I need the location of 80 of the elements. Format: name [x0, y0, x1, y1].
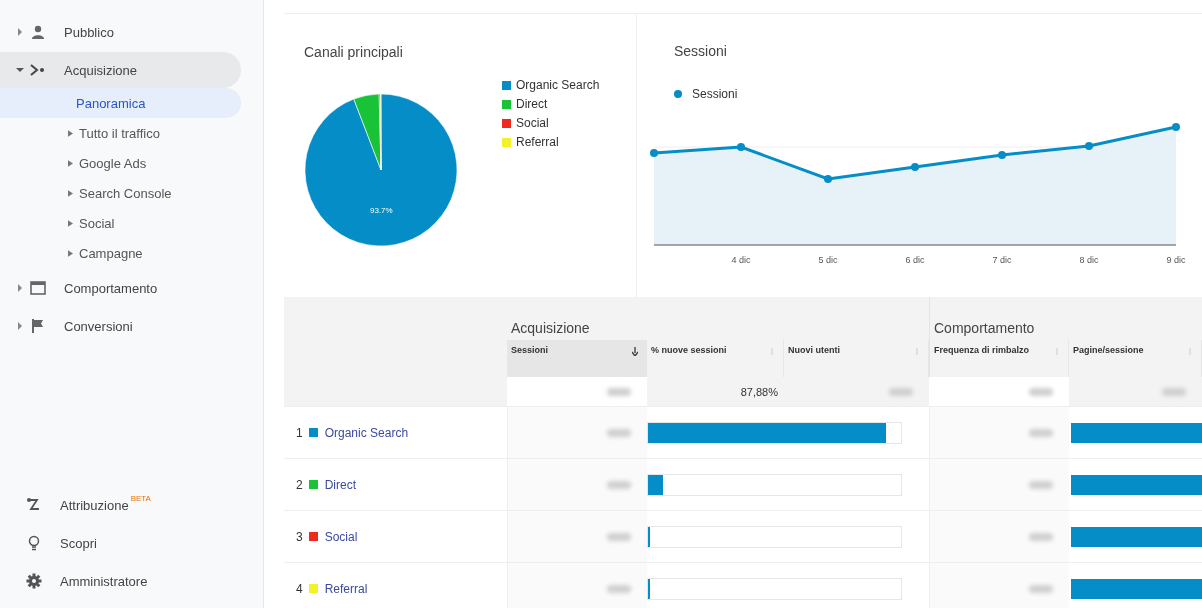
flag-icon — [30, 318, 46, 334]
blurred-value — [607, 387, 631, 396]
column-header[interactable]: Frequenza di rimbalzo — [929, 340, 1069, 377]
axis-label: 9 dic — [1166, 255, 1186, 265]
data-point — [824, 175, 832, 183]
channel-link[interactable]: Social — [324, 529, 358, 544]
row-number: 4 — [296, 581, 303, 596]
row-number: 3 — [296, 529, 303, 544]
calendar-icon — [30, 280, 46, 296]
settings-icon — [26, 573, 42, 589]
nav-subitem[interactable]: Google Ads — [0, 148, 241, 178]
blurred-value — [607, 480, 631, 489]
fork-icon — [30, 62, 46, 78]
total-value: 87,88% — [740, 385, 778, 398]
legend-dot — [674, 90, 682, 98]
column-header[interactable]: Sessioni — [507, 340, 647, 377]
route-icon — [26, 497, 42, 513]
column-header[interactable]: Pagine/sessione — [1069, 340, 1202, 377]
nav-subitem[interactable]: Search Console — [0, 178, 241, 208]
axis-label: 7 dic — [992, 255, 1012, 265]
axis-label: 5 dic — [818, 255, 838, 265]
data-point — [1172, 123, 1180, 131]
nav-item[interactable]: Conversioni — [0, 308, 241, 344]
sort-arrow-icon — [632, 347, 638, 356]
legend-label: Sessioni — [692, 87, 738, 101]
blurred-value — [1162, 387, 1186, 396]
data-point — [1085, 142, 1093, 150]
column-group-header: Comportamento — [929, 297, 1202, 340]
blurred-value — [1029, 428, 1053, 437]
nav-item[interactable]: Comportamento — [0, 270, 241, 306]
caret-icon — [68, 159, 73, 167]
legend-label: Direct — [516, 97, 548, 111]
blurred-value — [1029, 480, 1053, 489]
caret-icon — [68, 249, 73, 257]
column-header[interactable]: Nuovi utenti — [784, 340, 929, 377]
nav-subitem[interactable]: Campagne — [0, 238, 241, 268]
blurred-value — [1029, 532, 1053, 541]
row-number: 1 — [296, 425, 303, 440]
nav-item[interactable]: Amministratore — [0, 562, 263, 600]
axis-label: 8 dic — [1079, 255, 1099, 265]
caret-icon — [68, 219, 73, 227]
nav-subitem[interactable]: Panoramica — [0, 88, 241, 118]
slice-label: 93.7% — [370, 206, 393, 215]
caret-icon — [16, 322, 24, 330]
channel-link[interactable]: Referral — [324, 581, 368, 596]
lightbulb-icon — [26, 535, 42, 551]
axis-label: 6 dic — [905, 255, 925, 265]
nav-subitem[interactable]: Social — [0, 208, 241, 238]
nav-item[interactable]: Scopri — [0, 524, 263, 562]
blurred-value — [607, 428, 631, 437]
person-icon — [30, 24, 46, 40]
data-point — [911, 163, 919, 171]
blurred-value — [607, 532, 631, 541]
data-point — [650, 149, 658, 157]
legend-label: Organic Search — [516, 78, 600, 92]
data-point — [998, 151, 1006, 159]
card-title: Sessioni — [674, 43, 728, 59]
nav-subitem[interactable]: Tutto il traffico — [0, 118, 241, 148]
channel-link[interactable]: Organic Search — [324, 425, 409, 440]
column-header[interactable]: % nuove sessioni — [647, 340, 784, 377]
channel-link[interactable]: Direct — [324, 477, 357, 492]
caret-icon — [16, 66, 24, 74]
blurred-value — [1029, 387, 1053, 396]
blurred-value — [1029, 584, 1053, 593]
column-group-header: Acquisizione — [507, 297, 929, 340]
row-number: 2 — [296, 477, 303, 492]
nav-item[interactable]: Pubblico — [0, 14, 241, 50]
blurred-value — [889, 387, 913, 396]
axis-label: 4 dic — [731, 255, 751, 265]
caret-icon — [16, 28, 24, 36]
caret-icon — [68, 189, 73, 197]
legend-label: Referral — [516, 135, 559, 149]
data-point — [737, 143, 745, 151]
blurred-value — [607, 584, 631, 593]
caret-icon — [68, 129, 73, 137]
nav-item[interactable]: Acquisizione — [0, 52, 241, 88]
caret-icon — [16, 284, 24, 292]
legend-label: Social — [516, 116, 549, 130]
beta-label: BETA — [130, 494, 151, 503]
card-title: Canali principali — [304, 44, 404, 60]
